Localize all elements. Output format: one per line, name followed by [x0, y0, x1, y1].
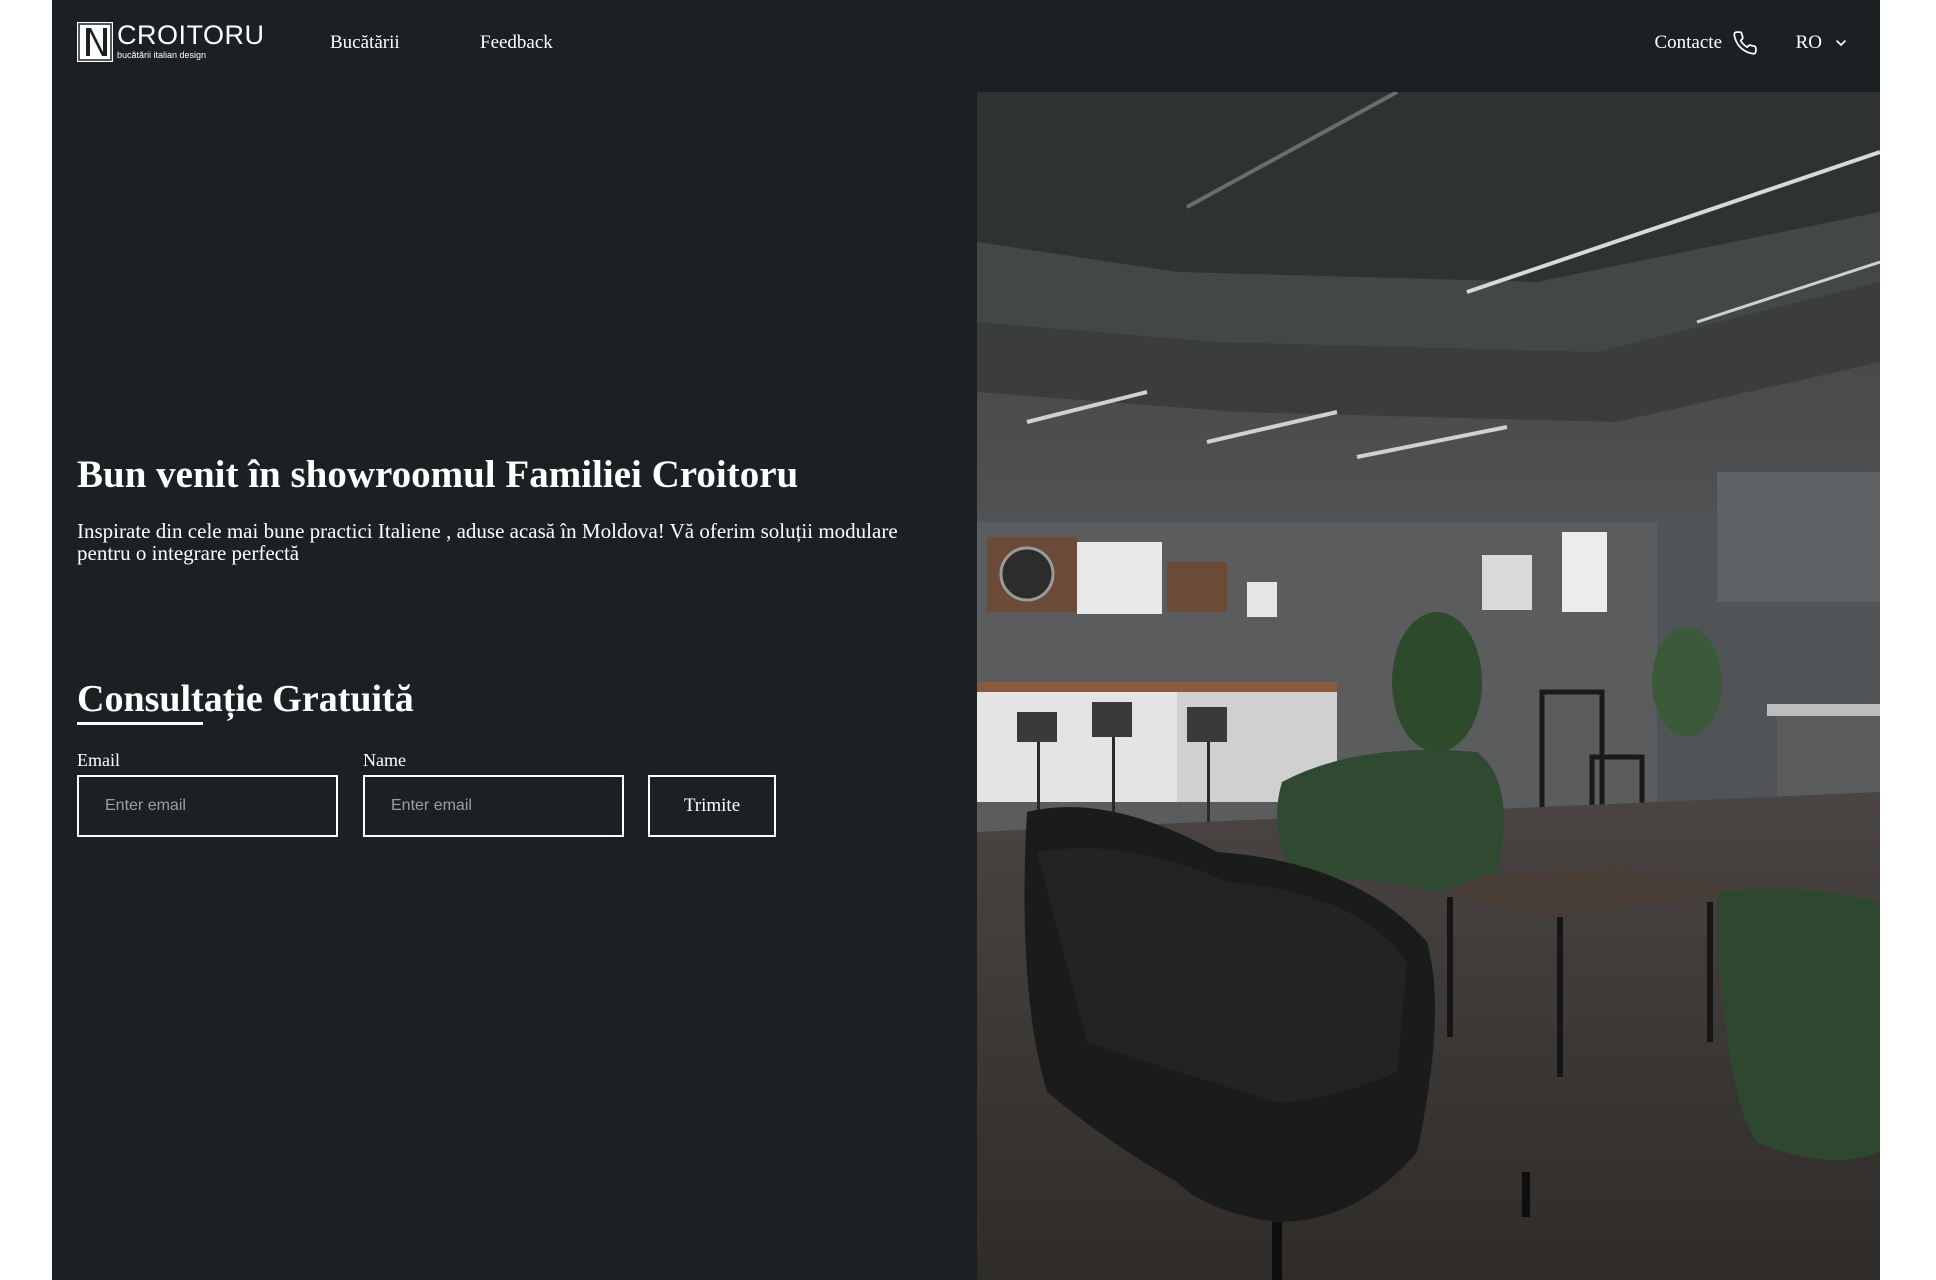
- language-label: RO: [1795, 32, 1822, 53]
- chevron-down-icon: [1836, 40, 1846, 46]
- site-header: CROITORU bucătării italian design Bucătă…: [52, 0, 1880, 92]
- email-label: Email: [77, 750, 120, 770]
- logo-tagline: bucătării italian design: [117, 50, 207, 60]
- email-field[interactable]: [77, 775, 338, 837]
- hero-title: Bun venit în showroomul Familiei Croitor…: [77, 453, 799, 496]
- name-field[interactable]: [363, 775, 624, 837]
- contact-link[interactable]: Contacte: [1654, 30, 1758, 56]
- logo-mark-icon: [77, 22, 113, 62]
- contact-label: Contacte: [1654, 32, 1722, 53]
- nav-link-kitchens[interactable]: Bucătării: [330, 32, 400, 54]
- submit-button[interactable]: Trimite: [648, 775, 776, 837]
- logo-name: CROITORU: [117, 20, 265, 50]
- language-selector[interactable]: RO: [1796, 32, 1848, 54]
- consultation-title: Consultație Gratuită: [77, 678, 414, 720]
- consultation-underline: [77, 722, 203, 725]
- hero-subtitle: Inspirate din cele mai bune practici Ita…: [77, 519, 898, 565]
- showroom-photo: [977, 92, 1880, 1280]
- name-label: Name: [363, 750, 406, 770]
- phone-icon: [1733, 31, 1757, 55]
- page-frame: CROITORU bucătării italian design Bucătă…: [52, 0, 1880, 1280]
- nav-link-feedback[interactable]: Feedback: [480, 32, 553, 54]
- logo[interactable]: CROITORU bucătării italian design: [77, 22, 265, 64]
